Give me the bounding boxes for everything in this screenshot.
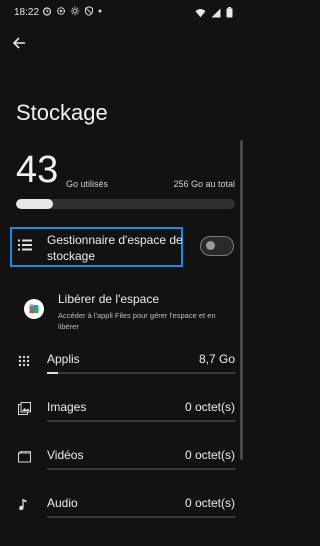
- image-icon: [18, 402, 31, 420]
- used-storage-value: 43: [16, 149, 59, 191]
- category-usage-bar: [47, 468, 235, 470]
- storage-manager-toggle[interactable]: [200, 236, 234, 256]
- category-value: 0 octet(s): [184, 496, 235, 510]
- brightness-icon: [70, 6, 80, 16]
- category-value: 0 octet(s): [184, 448, 235, 462]
- files-app-icon[interactable]: [24, 299, 44, 319]
- storage-manager-icon: [18, 239, 32, 251]
- category-row-applis[interactable]: [0, 344, 245, 388]
- category-value: 8,7 Go: [198, 352, 235, 366]
- settings-icon: [57, 7, 65, 15]
- toggle-knob: [206, 241, 215, 250]
- system-icons: [195, 7, 233, 18]
- notification-icons: [42, 6, 102, 16]
- storage-usage-bar: [16, 199, 235, 209]
- used-storage-label: Go utilisés: [66, 179, 109, 189]
- total-storage-label: 256 Go au total: [173, 179, 235, 189]
- category-usage-bar: [47, 516, 235, 518]
- storage-manager-label: Gestionnaire d'espace de stockage: [47, 233, 183, 263]
- category-usage-bar: [47, 420, 235, 422]
- page-title: Stockage: [16, 100, 108, 125]
- signal-icon: [211, 8, 221, 17]
- apps-grid-icon: [18, 354, 30, 372]
- alarm-icon: [42, 7, 52, 16]
- category-usage-fill: [47, 372, 59, 374]
- category-label: Vidéos: [47, 448, 84, 462]
- status-bar: 18:22: [0, 0, 245, 26]
- category-row-audio[interactable]: [0, 488, 245, 532]
- category-value: 0 octet(s): [184, 400, 235, 414]
- category-row-vidos[interactable]: [0, 440, 245, 484]
- battery-icon: [226, 7, 233, 18]
- category-label: Images: [47, 400, 87, 414]
- category-usage-bar: [47, 372, 235, 374]
- video-icon: [18, 450, 31, 468]
- back-arrow-icon[interactable]: [10, 34, 28, 52]
- status-time: 18:22: [14, 7, 40, 18]
- category-label: Audio: [47, 496, 78, 510]
- files-logo-icon: [29, 304, 39, 313]
- category-label: Applis: [47, 352, 80, 366]
- wifi-icon: [195, 8, 206, 17]
- free-up-space-description: Accéder à l'appli Files pour gérer l'esp…: [58, 311, 216, 331]
- category-row-images[interactable]: [0, 392, 245, 436]
- dot-icon: [98, 9, 102, 13]
- shield-icon: [85, 6, 93, 16]
- music-note-icon: [18, 498, 28, 516]
- storage-usage-fill: [16, 199, 54, 209]
- scrollbar[interactable]: [240, 140, 243, 460]
- free-up-space-title[interactable]: Libérer de l'espace: [58, 292, 159, 306]
